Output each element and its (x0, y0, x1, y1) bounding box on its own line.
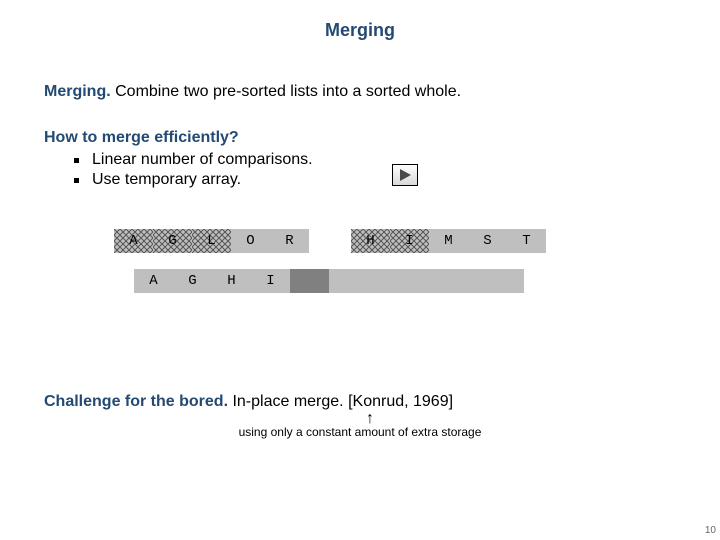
array-cell (446, 269, 485, 293)
challenge-rest: In-place merge. [Konrud, 1969] (228, 393, 453, 410)
intro-line: Merging. Combine two pre-sorted lists in… (44, 83, 676, 101)
array-cell: R (270, 229, 309, 253)
subnote-line: ↑ using only a constant amount of extra … (44, 425, 676, 439)
bullet-item: Use temporary array. (74, 171, 676, 189)
array-cell: O (231, 229, 270, 253)
array-cell: G (173, 269, 212, 293)
array-cell: L (192, 229, 231, 253)
array-cell: I (390, 229, 429, 253)
bullet-item: Linear number of comparisons. (74, 151, 676, 169)
array-cell: T (507, 229, 546, 253)
intro-label: Merging. (44, 83, 111, 100)
challenge-label: Challenge for the bored. (44, 393, 228, 410)
output-row: A G H I (134, 269, 676, 293)
page-number: 10 (705, 525, 716, 536)
array-cell: A (134, 269, 173, 293)
array-cell: A (114, 229, 153, 253)
array-cell: H (351, 229, 390, 253)
subnote-text: using only a constant amount of extra st… (239, 425, 482, 439)
array-cell (329, 269, 368, 293)
array-cell (368, 269, 407, 293)
array-cell: M (429, 229, 468, 253)
question: How to merge efficiently? (44, 129, 676, 147)
array-cell (290, 269, 329, 293)
array-cell: S (468, 229, 507, 253)
intro-rest: Combine two pre-sorted lists into a sort… (111, 83, 461, 100)
input-row: A G L O R H I M S T (114, 229, 676, 253)
up-arrow-icon: ↑ (366, 412, 374, 426)
play-icon (398, 168, 412, 182)
array-cell: G (153, 229, 192, 253)
array-cell (485, 269, 524, 293)
array-cell: I (251, 269, 290, 293)
slide-title: Merging (44, 20, 676, 41)
array-cell (407, 269, 446, 293)
play-button[interactable] (392, 164, 418, 186)
array-cell: H (212, 269, 251, 293)
bullet-list: Linear number of comparisons. Use tempor… (74, 151, 676, 189)
arrays-area: A G L O R H I M S T (114, 229, 676, 293)
challenge-line: Challenge for the bored. In-place merge.… (44, 393, 676, 411)
